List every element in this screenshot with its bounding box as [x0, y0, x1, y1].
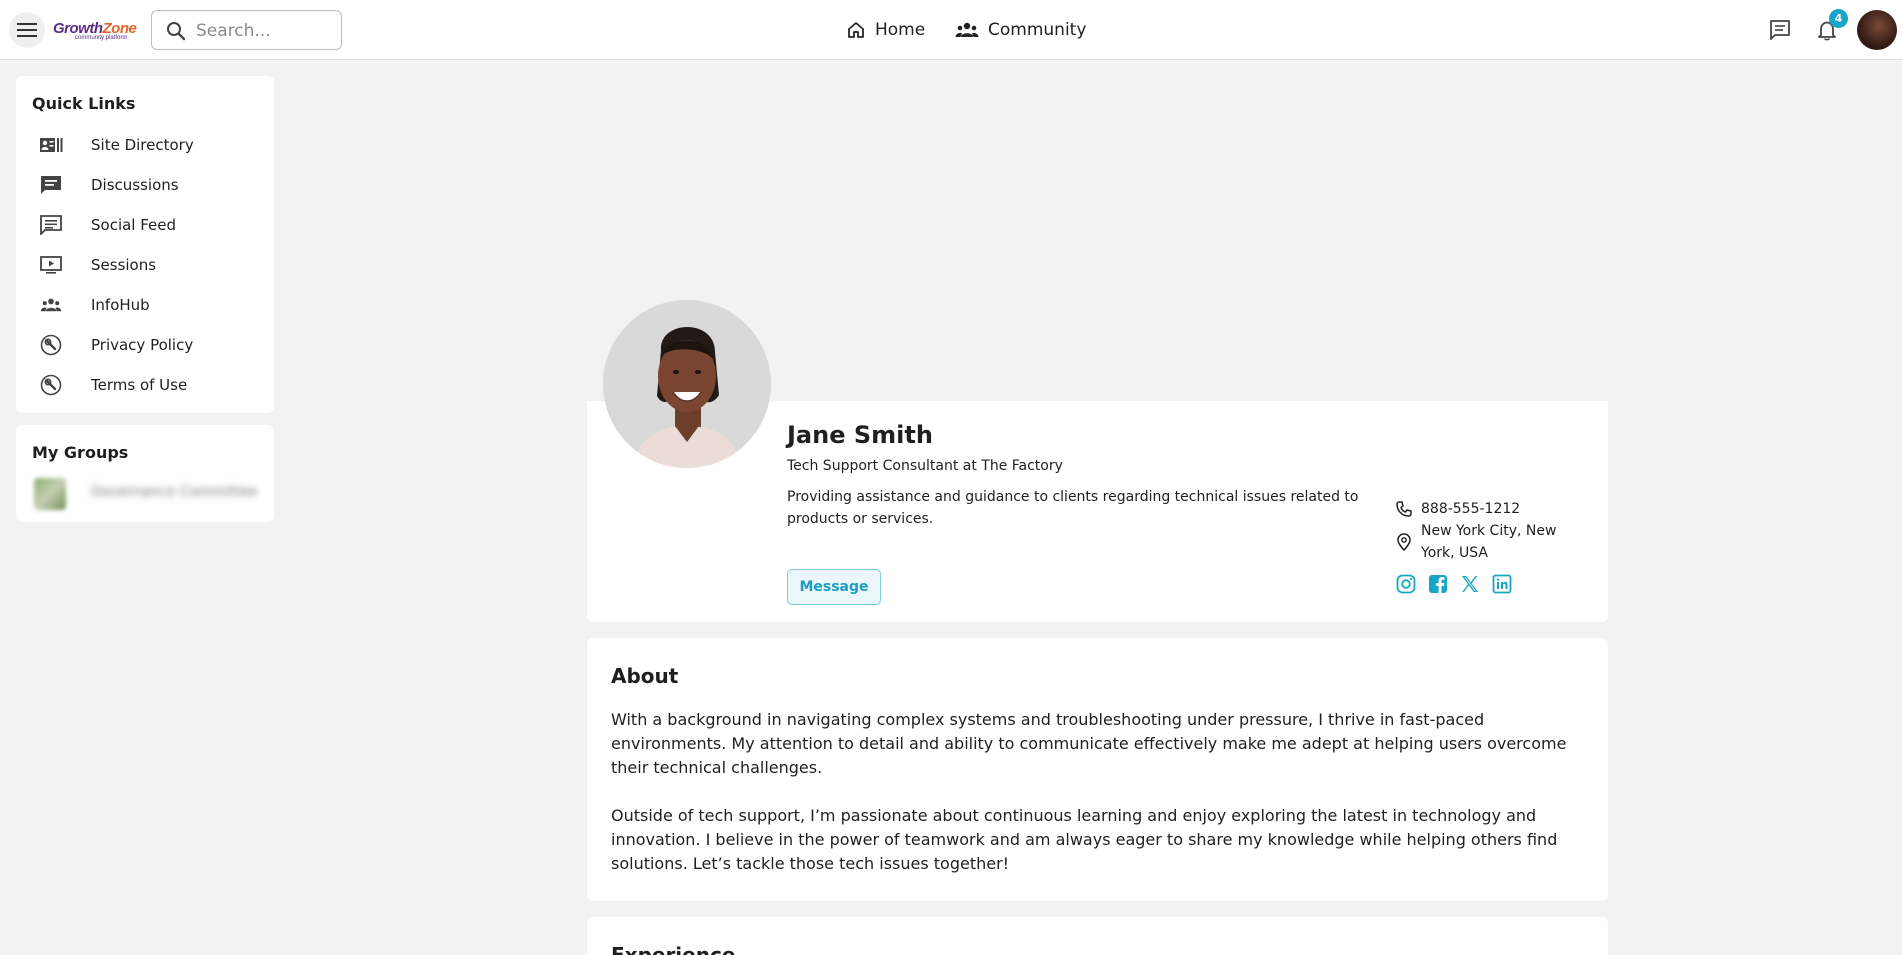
phone-number[interactable]: 888-555-1212 [1421, 498, 1520, 520]
about-title: About [611, 664, 679, 688]
growthzone-logo[interactable]: GrowthZone community platform [53, 20, 137, 44]
sidebar-item-label: Social Feed [91, 216, 177, 234]
sidebar-item-label: Site Directory [91, 136, 194, 154]
search-input[interactable] [196, 20, 334, 42]
phone-icon [1395, 498, 1413, 520]
my-groups-card: My Groups Governance Committee [16, 425, 274, 522]
sidebar-item-terms-of-use[interactable]: Terms of Use [16, 367, 274, 403]
profile-photo [603, 300, 771, 468]
directory-icon [38, 133, 64, 157]
home-icon [848, 22, 864, 38]
wrench-icon [38, 373, 64, 397]
location-pin-icon [1395, 520, 1413, 564]
profile-card: Jane Smith Tech Support Consultant at Th… [587, 77, 1608, 622]
sidebar-item-sessions[interactable]: Sessions [16, 247, 274, 283]
facebook-icon[interactable] [1427, 573, 1449, 595]
people-icon [955, 22, 979, 37]
message-button[interactable]: Message [787, 569, 881, 605]
quick-links-title: Quick Links [32, 94, 136, 113]
sidebar-item-privacy-policy[interactable]: Privacy Policy [16, 327, 274, 363]
profile-job-title: Tech Support Consultant at The Factory [787, 458, 1063, 474]
sidebar-item-social-feed[interactable]: Social Feed [16, 207, 274, 243]
about-paragraph: With a background in navigating complex … [611, 710, 1567, 777]
experience-card: Experience [587, 917, 1608, 955]
location-row: New York City, New York, USA [1395, 520, 1585, 564]
social-links [1395, 573, 1513, 595]
video-icon [38, 253, 64, 277]
instagram-icon[interactable] [1395, 573, 1417, 595]
hamburger-menu-button[interactable] [9, 12, 45, 48]
people-icon [38, 293, 64, 317]
sidebar-item-infohub[interactable]: InfoHub [16, 287, 274, 323]
quick-links-card: Quick Links Site Directory Discussions S… [16, 76, 274, 413]
notification-count-badge: 4 [1829, 9, 1848, 28]
about-card: About With a background in navigating co… [587, 638, 1608, 901]
group-thumbnail[interactable] [34, 478, 66, 510]
sidebar-item-label: Discussions [91, 176, 179, 194]
about-paragraph: Outside of tech support, I’m passionate … [611, 806, 1558, 873]
nav-home-label: Home [875, 20, 926, 40]
sidebar-item-label: InfoHub [91, 296, 150, 314]
search-icon [167, 22, 186, 41]
my-groups-title: My Groups [32, 443, 129, 462]
profile-bio: Providing assistance and guidance to cli… [787, 489, 1359, 527]
top-bar: GrowthZone community platform Home Commu… [0, 0, 1902, 60]
linkedin-icon[interactable] [1491, 573, 1513, 595]
discussion-icon [38, 173, 64, 197]
x-icon[interactable] [1459, 573, 1481, 595]
phone-row: 888-555-1212 [1395, 498, 1520, 520]
nav-community-label: Community [988, 20, 1087, 40]
chat-icon [1770, 20, 1790, 40]
logo-subtitle: community platform [75, 35, 128, 41]
sidebar-item-site-directory[interactable]: Site Directory [16, 127, 274, 163]
group-label[interactable]: Governance Committee [91, 484, 258, 500]
location-text: New York City, New York, USA [1421, 523, 1557, 561]
hamburger-icon [17, 23, 37, 37]
sidebar-item-label: Sessions [91, 256, 157, 274]
nav-home[interactable]: Home [846, 16, 925, 44]
search-box[interactable] [151, 10, 342, 50]
experience-title: Experience [611, 943, 736, 955]
feed-icon [38, 213, 64, 237]
user-avatar[interactable] [1857, 10, 1897, 50]
sidebar-item-label: Terms of Use [91, 376, 188, 394]
sidebar-item-discussions[interactable]: Discussions [16, 167, 274, 203]
nav-community[interactable]: Community [955, 16, 1086, 44]
messages-button[interactable] [1766, 16, 1794, 44]
profile-name: Jane Smith [787, 421, 933, 449]
sidebar-item-label: Privacy Policy [91, 336, 194, 354]
wrench-icon [38, 333, 64, 357]
